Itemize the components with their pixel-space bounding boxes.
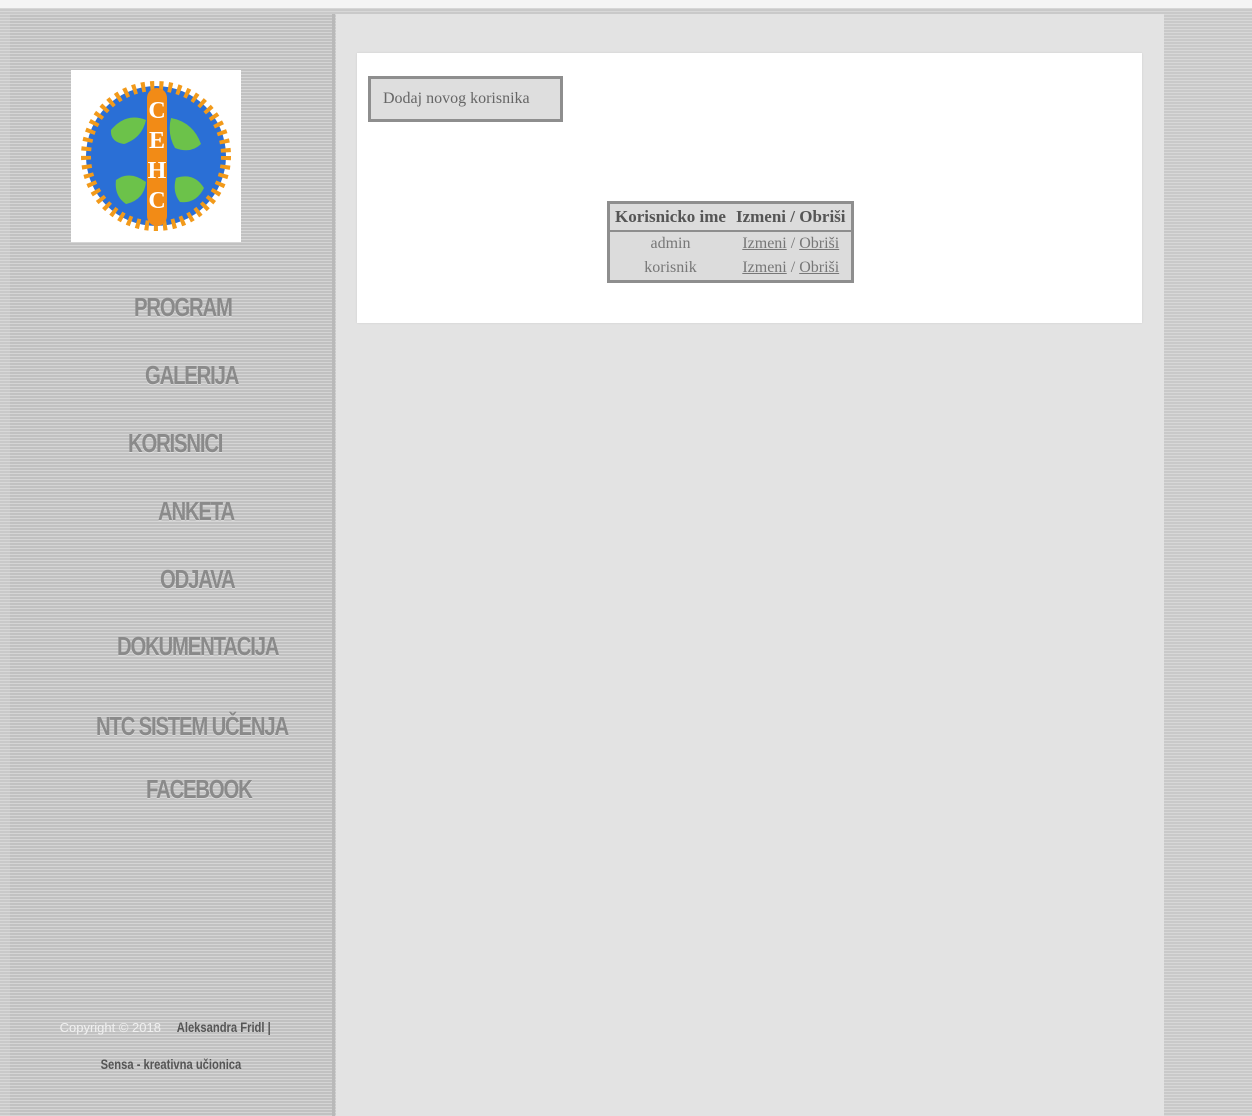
footer-line-2: Sensa - kreativna učionica (10, 1046, 332, 1082)
nav-odjava[interactable]: ODJAVA (160, 564, 236, 595)
edit-link[interactable]: Izmeni (742, 259, 786, 276)
column-header-username: Korisnicko ime (610, 204, 731, 232)
top-border (0, 0, 1252, 9)
users-table: Korisnicko ime Izmeni / Obriši admin Izm… (607, 201, 854, 283)
nav-korisnici[interactable]: KORISNICI (128, 428, 223, 459)
table-row: korisnik Izmeni / Obriši (610, 256, 851, 280)
table-header-row: Korisnicko ime Izmeni / Obriši (610, 204, 851, 232)
svg-text:С: С (148, 98, 165, 124)
separator: / (790, 259, 796, 276)
main-content: Dodaj novog korisnika Korisnicko ime Izm… (336, 14, 1164, 1116)
column-header-actions: Izmeni / Obriši (730, 204, 851, 232)
separator: / (790, 235, 796, 252)
username-cell: admin (650, 235, 691, 252)
actions-cell: Izmeni / Obriši (731, 232, 851, 256)
username-cell: korisnik (644, 259, 697, 276)
table-row: admin Izmeni / Obriši (610, 232, 851, 256)
nav-galerija[interactable]: GALERIJA (145, 360, 239, 391)
nav-program[interactable]: PROGRAM (134, 292, 233, 323)
nav-dokumentacija[interactable]: DOKUMENTACIJA (117, 631, 279, 662)
footer: Copyright © 2018 Aleksandra Fridl | Sens… (10, 1009, 332, 1082)
nav-ntc-sistem-ucenja[interactable]: NTC SISTEM UČENJA (96, 711, 289, 742)
logo: С Е Н С (71, 70, 241, 242)
delete-link[interactable]: Obriši (799, 235, 839, 252)
copyright-text: Copyright © 2018 (59, 1020, 161, 1035)
add-user-button[interactable]: Dodaj novog korisnika (368, 76, 563, 122)
users-panel: Dodaj novog korisnika Korisnicko ime Izm… (357, 53, 1142, 323)
author-link[interactable]: Aleksandra Fridl | (177, 1009, 271, 1045)
svg-text:С: С (148, 188, 165, 214)
edit-link[interactable]: Izmeni (742, 235, 786, 252)
svg-text:Н: Н (148, 158, 167, 184)
nav-facebook[interactable]: FACEBOOK (146, 774, 253, 805)
actions-cell: Izmeni / Obriši (731, 256, 851, 280)
delete-link[interactable]: Obriši (799, 259, 839, 276)
nav-anketa[interactable]: ANKETA (158, 496, 235, 527)
logo-image: С Е Н С (81, 81, 231, 231)
svg-text:Е: Е (149, 128, 165, 154)
right-background (1166, 14, 1252, 1116)
footer-line-1: Copyright © 2018 Aleksandra Fridl | (10, 1009, 332, 1046)
site-name: Sensa - kreativna učionica (100, 1056, 242, 1072)
sidebar: С Е Н С PROGRAM GALERIJA KORISNICI ANKET… (10, 14, 335, 1116)
